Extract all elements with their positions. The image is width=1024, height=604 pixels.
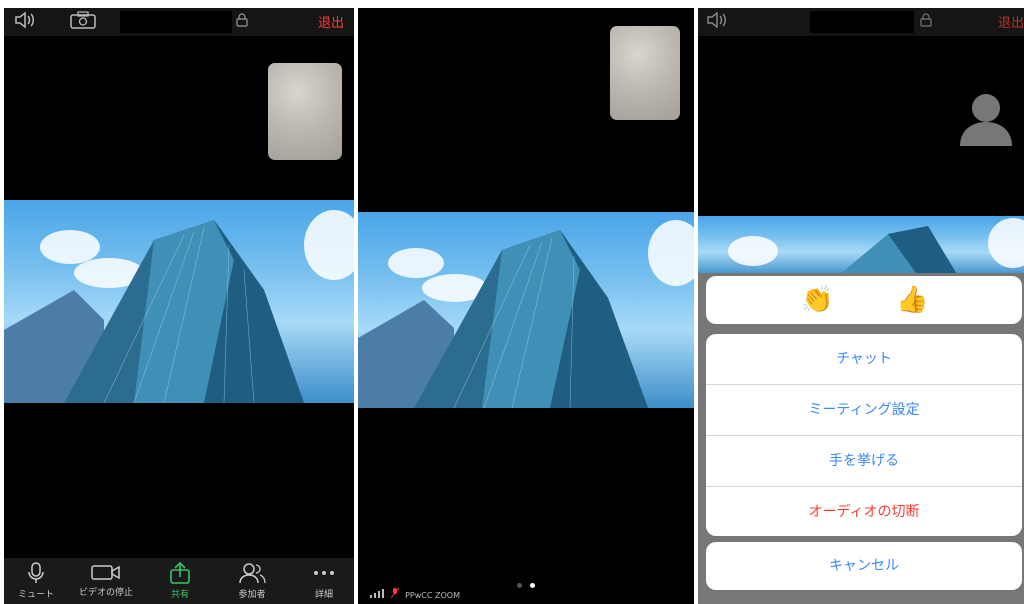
more-button[interactable]: 詳細 xyxy=(294,562,354,601)
stop-video-label: ビデオの停止 xyxy=(78,588,133,598)
page-dot-active[interactable] xyxy=(530,583,535,588)
shared-video-building xyxy=(698,216,1024,276)
self-video-thumbnail[interactable] xyxy=(268,63,342,160)
shared-video-building xyxy=(358,212,694,408)
menu-item-disconnect-audio[interactable]: オーディオの切断 xyxy=(706,487,1022,536)
lock-icon xyxy=(920,13,932,30)
mute-label: ミュート xyxy=(17,590,54,600)
video-camera-icon xyxy=(76,562,136,587)
thumbs-up-reaction-button[interactable]: 👍 xyxy=(896,284,928,316)
more-label: 詳細 xyxy=(314,590,333,600)
cancel-button[interactable]: キャンセル xyxy=(706,542,1022,590)
leave-button[interactable]: 退出 xyxy=(998,12,1024,31)
meeting-title-box xyxy=(810,11,914,33)
meeting-title-box xyxy=(120,11,232,33)
participant-name: PPwCC ZOOM xyxy=(405,591,460,600)
speaker-icon[interactable] xyxy=(706,11,728,34)
status-bar: PPwCC ZOOM xyxy=(370,587,460,600)
mute-button[interactable]: ミュート xyxy=(6,562,66,601)
microphone-icon xyxy=(6,562,66,589)
menu-item-raise-hand[interactable]: 手を挙げる xyxy=(706,436,1022,487)
more-menu: チャット ミーティング設定 手を挙げる オーディオの切断 xyxy=(706,334,1022,536)
lock-icon xyxy=(236,13,248,30)
share-icon xyxy=(150,561,210,589)
speaker-icon[interactable] xyxy=(14,11,36,34)
more-icon xyxy=(294,562,354,589)
meeting-screen-2: PPwCC ZOOM xyxy=(358,8,694,604)
meeting-top-bar: 退出 xyxy=(4,8,354,36)
avatar-icon xyxy=(956,90,1016,150)
meeting-screen-1: 退出 ミュート ビデオの停止 共有 参加者 詳細 xyxy=(4,8,354,604)
self-video-thumbnail[interactable] xyxy=(610,26,680,120)
participants-button[interactable]: 参加者 xyxy=(222,562,282,601)
shared-video-building xyxy=(4,200,354,403)
page-indicator[interactable] xyxy=(513,573,539,592)
meeting-top-bar: 退出 xyxy=(698,8,1024,36)
page-dot[interactable] xyxy=(517,583,522,588)
menu-item-chat[interactable]: チャット xyxy=(706,334,1022,385)
signal-icon xyxy=(370,589,387,600)
share-button[interactable]: 共有 xyxy=(150,561,210,601)
muted-mic-icon xyxy=(390,587,402,600)
participants-label: 参加者 xyxy=(238,590,266,600)
menu-item-meeting-settings[interactable]: ミーティング設定 xyxy=(706,385,1022,436)
clap-reaction-button[interactable]: 👏 xyxy=(801,284,833,316)
camera-flip-icon[interactable] xyxy=(70,11,96,34)
participants-icon xyxy=(222,562,282,589)
meeting-screen-3: 退出 👏 👍 チャット ミーティング設定 手を挙げる オーディオの切断 キャンセ… xyxy=(698,8,1024,604)
share-label: 共有 xyxy=(170,590,189,600)
reactions-bar: 👏 👍 xyxy=(706,276,1022,324)
stop-video-button[interactable]: ビデオの停止 xyxy=(76,562,136,599)
leave-button[interactable]: 退出 xyxy=(318,12,344,31)
meeting-toolbar: ミュート ビデオの停止 共有 参加者 詳細 xyxy=(4,558,354,604)
